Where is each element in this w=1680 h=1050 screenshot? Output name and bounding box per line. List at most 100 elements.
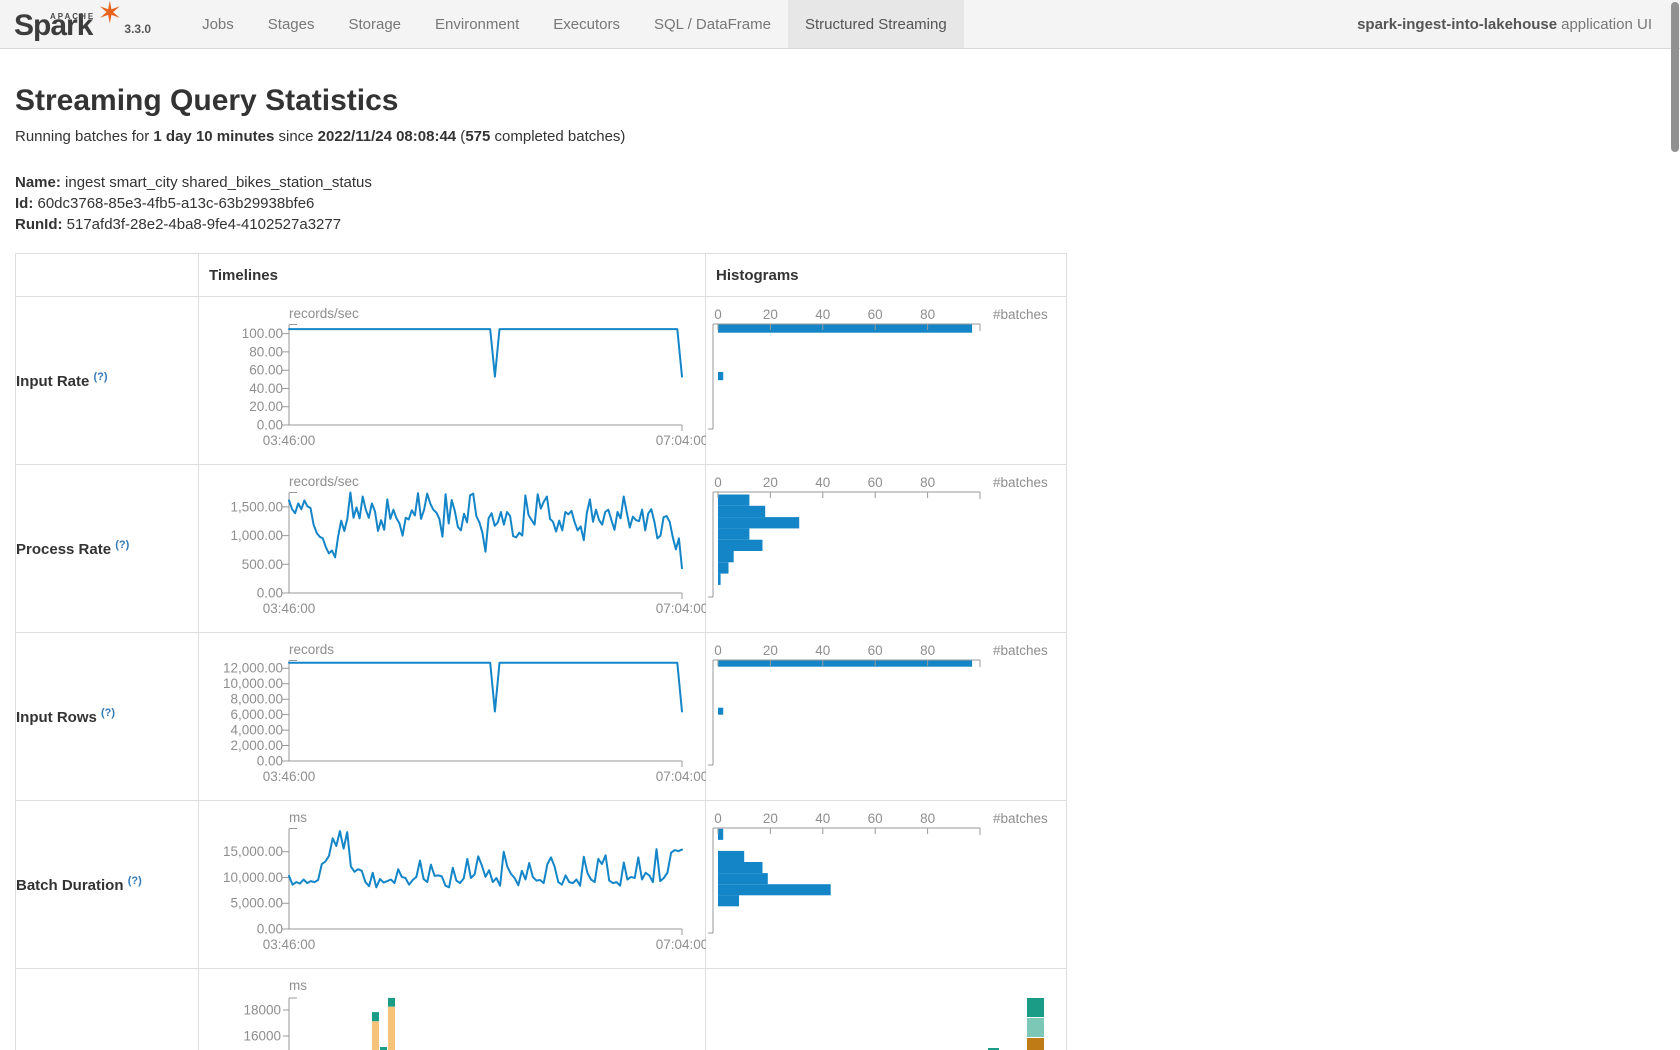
svg-text:10,000.00: 10,000.00 — [223, 676, 283, 691]
process-rate-help-icon[interactable]: (?) — [115, 539, 129, 551]
svg-text:07:04:00: 07:04:00 — [656, 937, 706, 952]
svg-text:#batches: #batches — [993, 475, 1048, 490]
svg-text:1,000.00: 1,000.00 — [230, 528, 283, 543]
svg-text:ms: ms — [289, 978, 307, 993]
svg-text:40: 40 — [815, 475, 830, 490]
svg-text:80: 80 — [920, 475, 935, 490]
table-row-process-rate: Process Rate (?) records/sec1,500.001,00… — [16, 465, 1067, 633]
paren-open: ( — [456, 128, 465, 145]
spark-star-icon: ✶ — [97, 0, 122, 29]
table-row-batch-duration: Batch Duration (?) ms15,000.0010,000.005… — [16, 801, 1067, 969]
svg-text:40: 40 — [815, 643, 830, 658]
input-rate-timeline-cell: records/sec100.0080.0060.0040.0020.000.0… — [199, 297, 706, 465]
name-label: Name: — [15, 174, 61, 191]
header-timelines: Timelines — [199, 254, 706, 297]
apache-label: APACHE — [50, 12, 95, 21]
svg-text:8,000.00: 8,000.00 — [230, 692, 283, 707]
process-rate-label: Process Rate — [16, 541, 111, 558]
legend-swatch-teal_light — [1027, 1018, 1044, 1037]
application-ui-suffix: application UI — [1561, 16, 1652, 33]
svg-text:6,000.00: 6,000.00 — [230, 707, 283, 722]
row-label-operation-duration — [16, 969, 199, 1050]
svg-text:0: 0 — [714, 475, 722, 490]
table-row-operation-duration: ms180001600014000 — [16, 969, 1067, 1050]
svg-text:60: 60 — [868, 811, 883, 826]
svg-text:15,000.00: 15,000.00 — [223, 844, 283, 859]
running-prefix: Running batches for — [15, 128, 153, 145]
scrollbar-thumb[interactable] — [1671, 2, 1679, 152]
tab-sql-dataframe[interactable]: SQL / DataFrame — [637, 0, 788, 48]
operation-duration-timeline-chart: ms180001600014000 — [199, 969, 706, 1050]
spark-brand[interactable]: APACHE Spark ✶ 3.3.0 — [0, 0, 157, 48]
svg-text:5,000.00: 5,000.00 — [230, 896, 283, 911]
nav-tabs: Jobs Stages Storage Environment Executor… — [185, 0, 964, 48]
row-label-input-rows: Input Rows (?) — [16, 633, 199, 801]
svg-text:03:46:00: 03:46:00 — [263, 433, 316, 448]
tab-structured-streaming[interactable]: Structured Streaming — [788, 0, 964, 48]
svg-text:2,000.00: 2,000.00 — [230, 738, 283, 753]
input-rate-help-icon[interactable]: (?) — [94, 371, 108, 383]
svg-text:records: records — [289, 642, 334, 657]
svg-text:18000: 18000 — [243, 1003, 281, 1018]
svg-text:60.00: 60.00 — [249, 363, 283, 378]
statistics-table: Timelines Histograms Input Rate (?) reco… — [15, 253, 1067, 1050]
tab-storage[interactable]: Storage — [331, 0, 418, 48]
header-empty — [16, 254, 199, 297]
process-rate-timeline-chart: records/sec1,500.001,000.00500.000.0003:… — [199, 465, 706, 632]
process-rate-histogram-cell: 020406080#batches — [706, 465, 1067, 633]
svg-text:20.00: 20.00 — [249, 399, 283, 414]
table-header-row: Timelines Histograms — [16, 254, 1067, 297]
row-label-process-rate: Process Rate (?) — [16, 465, 199, 633]
page-title: Streaming Query Statistics — [15, 83, 1680, 119]
batch-duration-timeline-chart: ms15,000.0010,000.005,000.000.0003:46:00… — [199, 801, 706, 968]
spark-logo: APACHE Spark ✶ — [14, 9, 118, 43]
batch-duration-help-icon[interactable]: (?) — [128, 875, 142, 887]
top-navbar: APACHE Spark ✶ 3.3.0 Jobs Stages Storage… — [0, 0, 1680, 49]
input-rate-histogram-chart: 020406080#batches — [706, 297, 1067, 464]
start-time: 2022/11/24 08:08:44 — [318, 128, 456, 145]
table-row-input-rate: Input Rate (?) records/sec100.0080.0060.… — [16, 297, 1067, 465]
since-word: since — [274, 128, 317, 145]
tab-stages[interactable]: Stages — [251, 0, 332, 48]
input-rate-histogram-cell: 020406080#batches — [706, 297, 1067, 465]
input-rows-label: Input Rows — [16, 709, 97, 726]
id-label: Id: — [15, 195, 33, 212]
input-rows-histogram-cell: 020406080#batches — [706, 633, 1067, 801]
input-rows-help-icon[interactable]: (?) — [101, 707, 115, 719]
svg-text:60: 60 — [868, 475, 883, 490]
running-batches-line: Running batches for 1 day 10 minutes sin… — [15, 128, 1680, 145]
svg-text:records/sec: records/sec — [289, 474, 359, 489]
svg-text:0.00: 0.00 — [257, 922, 283, 937]
query-meta: Name: ingest smart_city shared_bikes_sta… — [15, 172, 1680, 235]
batch-duration-label: Batch Duration — [16, 877, 124, 894]
tab-jobs[interactable]: Jobs — [185, 0, 251, 48]
input-rows-histogram-chart: 020406080#batches — [706, 633, 1067, 800]
svg-text:0.00: 0.00 — [257, 418, 283, 433]
svg-text:80: 80 — [920, 307, 935, 322]
svg-text:500.00: 500.00 — [242, 557, 283, 572]
svg-text:0: 0 — [714, 307, 722, 322]
svg-text:16000: 16000 — [243, 1029, 281, 1044]
svg-text:03:46:00: 03:46:00 — [263, 601, 316, 616]
svg-text:07:04:00: 07:04:00 — [656, 433, 706, 448]
svg-text:ms: ms — [289, 810, 307, 825]
svg-text:0: 0 — [714, 643, 722, 658]
svg-text:40.00: 40.00 — [249, 381, 283, 396]
input-rows-timeline-cell: records12,000.0010,000.008,000.006,000.0… — [199, 633, 706, 801]
tab-executors[interactable]: Executors — [536, 0, 637, 48]
spark-version: 3.3.0 — [124, 22, 151, 36]
svg-text:#batches: #batches — [993, 811, 1048, 826]
svg-text:20: 20 — [763, 643, 778, 658]
row-label-batch-duration: Batch Duration (?) — [16, 801, 199, 969]
header-histograms: Histograms — [706, 254, 1067, 297]
query-runid-line: RunId: 517afd3f-28e2-4ba8-9fe4-4102527a3… — [15, 214, 1680, 235]
svg-text:40: 40 — [815, 811, 830, 826]
legend-swatch-orange_dark — [1027, 1038, 1044, 1050]
paren-close: completed batches) — [490, 128, 625, 145]
tab-environment[interactable]: Environment — [418, 0, 536, 48]
svg-text:40: 40 — [815, 307, 830, 322]
input-rate-label: Input Rate — [16, 373, 89, 390]
query-name-line: Name: ingest smart_city shared_bikes_sta… — [15, 172, 1680, 193]
name-value: ingest smart_city shared_bikes_station_s… — [65, 174, 372, 191]
operation-duration-timeline-cell: ms180001600014000 — [199, 969, 706, 1050]
